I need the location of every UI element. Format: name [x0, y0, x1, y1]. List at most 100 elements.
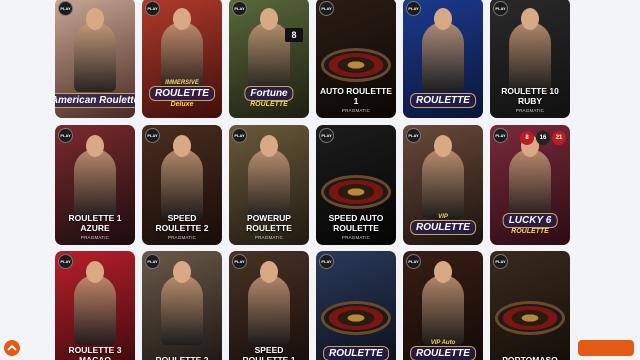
game-logo-text: LUCKY 6 — [502, 213, 558, 228]
play-badge-icon: PLAY — [232, 128, 247, 143]
scroll-top-button[interactable] — [4, 340, 20, 356]
play-badge-icon: PLAY — [406, 254, 421, 269]
dealer-image — [509, 149, 551, 219]
game-tile[interactable]: PLAY 8 Fortune ROULETTE — [229, 0, 309, 118]
game-tile[interactable]: PLAY American Roulette — [55, 0, 135, 118]
game-tile[interactable]: PLAY PORTOMASO — [490, 251, 570, 360]
dealer-image — [161, 149, 203, 219]
play-badge-icon: PLAY — [58, 1, 73, 16]
play-badge-icon: PLAY — [493, 254, 508, 269]
play-badge-icon: PLAY — [145, 128, 160, 143]
game-tile[interactable]: PLAY SPEED ROULETTE 1 — [229, 251, 309, 360]
dealer-head-image — [260, 135, 278, 157]
play-badge-icon: PLAY — [319, 1, 334, 16]
chat-button[interactable] — [578, 340, 634, 356]
play-badge-icon: PLAY — [406, 1, 421, 16]
dealer-head-image — [173, 8, 191, 30]
play-badge-icon: PLAY — [232, 254, 247, 269]
dealer-head-image — [86, 8, 104, 30]
result-number: 16 — [536, 131, 550, 145]
dealer-image — [248, 149, 290, 219]
play-badge-icon: PLAY — [58, 128, 73, 143]
dealer-image — [74, 22, 116, 92]
game-logo-text: ROULETTE — [149, 86, 215, 101]
game-logo-text: Fortune — [244, 86, 294, 101]
game-title: SPEED AUTO ROULETTE — [328, 213, 384, 233]
game-tile[interactable]: PLAY ROULETTE 1 AZURE PRAGMATIC — [55, 125, 135, 245]
game-logo: LUCKY 6 ROULETTE — [502, 213, 558, 235]
game-logo-text: ROULETTE — [410, 220, 476, 235]
game-tile[interactable]: PLAY POWERUP ROULETTE PRAGMATIC — [229, 125, 309, 245]
game-logo: Fortune ROULETTE — [244, 86, 294, 108]
game-logo: ROULETTE — [410, 93, 476, 108]
game-tile[interactable]: PLAY VIP Auto ROULETTE — [403, 251, 483, 360]
dealer-image — [509, 22, 551, 92]
game-tile[interactable]: PLAY ROULETTE — [316, 251, 396, 360]
chevron-up-icon — [7, 344, 17, 351]
roulette-wheel-image — [321, 48, 391, 82]
multiplier-chip: 8 — [285, 28, 303, 42]
dealer-head-image — [173, 135, 191, 157]
dealer-head-image — [434, 8, 452, 30]
result-number: 21 — [552, 131, 566, 145]
dealer-head-image — [434, 135, 452, 157]
dealer-head-image — [521, 8, 539, 30]
game-title: PORTOMASO — [502, 354, 558, 360]
roulette-wheel-image — [321, 301, 391, 335]
game-logo: VIP ROULETTE — [410, 214, 476, 235]
dealer-head-image — [434, 261, 452, 283]
play-badge-icon: PLAY — [58, 254, 73, 269]
play-badge-icon: PLAY — [493, 128, 508, 143]
dealer-head-image — [86, 135, 104, 157]
game-logo-text: ROULETTE — [323, 346, 389, 360]
game-tile[interactable]: PLAY IMMERSIVE ROULETTE Deluxe — [142, 0, 222, 118]
game-tile[interactable]: PLAY ROULETTE — [403, 0, 483, 118]
game-tile[interactable]: PLAY VIP ROULETTE — [403, 125, 483, 245]
dealer-head-image — [86, 261, 104, 283]
game-logo: VIP Auto ROULETTE — [410, 340, 476, 360]
game-logo: ROULETTE — [323, 346, 389, 360]
game-tile[interactable]: PLAY SPEED AUTO ROULETTE PRAGMATIC — [316, 125, 396, 245]
game-logo-text: ROULETTE — [410, 93, 476, 108]
game-logo-suffix: ROULETTE — [250, 101, 288, 108]
dealer-image — [422, 22, 464, 92]
play-badge-icon: PLAY — [319, 128, 334, 143]
dealer-image — [74, 149, 116, 219]
game-provider: PRAGMATIC — [167, 235, 197, 240]
play-badge-icon: PLAY — [406, 128, 421, 143]
game-provider: PRAGMATIC — [254, 235, 284, 240]
dealer-head-image — [260, 8, 278, 30]
game-title: ROULETTE 1 AZURE — [68, 213, 122, 233]
dealer-image — [422, 275, 464, 345]
game-tile[interactable]: PLAY ROULETTE 2 — [142, 251, 222, 360]
game-provider: PRAGMATIC — [341, 108, 371, 113]
game-logo-suffix: ROULETTE — [511, 228, 549, 235]
game-title: AUTO ROULETTE 1 — [319, 86, 393, 106]
game-tile[interactable]: PLAY ROULETTE 3 MACAO — [55, 251, 135, 360]
dealer-image — [248, 22, 290, 92]
dealer-image — [248, 275, 290, 345]
dealer-image — [161, 275, 203, 345]
dealer-head-image — [260, 261, 278, 283]
game-tile[interactable]: PLAY 8 16 21 LUCKY 6 ROULETTE — [490, 125, 570, 245]
roulette-wheel-image — [495, 301, 565, 335]
game-title: ROULETTE 3 MACAO — [68, 345, 122, 360]
game-tile[interactable]: PLAY SPEED ROULETTE 2 PRAGMATIC — [142, 125, 222, 245]
dealer-image — [422, 149, 464, 219]
play-badge-icon: PLAY — [145, 1, 160, 16]
game-title: SPEED ROULETTE 2 — [155, 213, 209, 233]
dealer-image — [74, 275, 116, 345]
play-badge-icon: PLAY — [493, 1, 508, 16]
game-title: ROULETTE 10 RUBY — [501, 86, 559, 106]
game-logo-text: American Roulette — [55, 93, 135, 108]
game-logo-text: ROULETTE — [410, 346, 476, 360]
result-number: 8 — [520, 131, 534, 145]
game-title: ROULETTE 2 — [155, 354, 209, 360]
game-provider: PRAGMATIC — [341, 235, 371, 240]
game-tile[interactable]: PLAY AUTO ROULETTE 1 PRAGMATIC — [316, 0, 396, 118]
play-badge-icon: PLAY — [145, 254, 160, 269]
play-badge-icon: PLAY — [319, 254, 334, 269]
game-tile[interactable]: PLAY ROULETTE 10 RUBY PRAGMATIC — [490, 0, 570, 118]
play-badge-icon: PLAY — [232, 1, 247, 16]
game-title: SPEED ROULETTE 1 — [242, 345, 296, 360]
